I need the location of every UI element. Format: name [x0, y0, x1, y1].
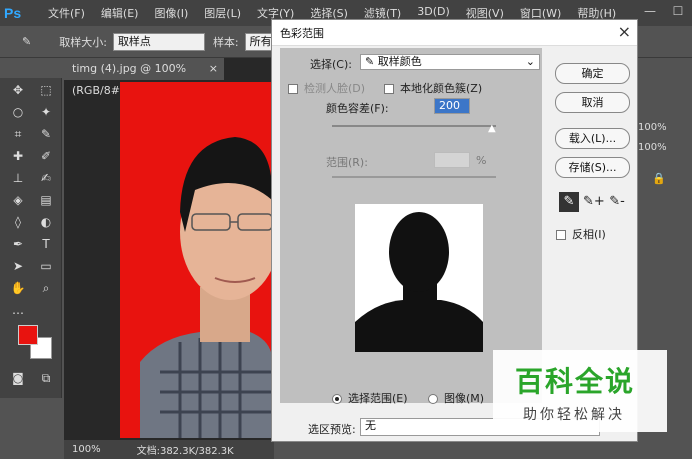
watermark-subtitle: 助你轻松解决	[523, 407, 625, 423]
sample-size-select[interactable]: 取样点	[112, 32, 205, 51]
load-button[interactable]: 载入(L)...	[555, 128, 630, 149]
status-bar: 100% 文档:382.3K/382.3K	[64, 440, 274, 459]
radio-image-label: 图像(M)	[444, 392, 485, 405]
brush-tool-icon[interactable]: ✐	[36, 146, 56, 166]
move-tool-icon[interactable]: ✥	[8, 80, 28, 100]
range-input[interactable]	[434, 152, 470, 168]
eraser-tool-icon[interactable]: ◈	[8, 190, 28, 210]
watermark: 百科全说 助你轻松解决	[493, 350, 667, 432]
mask-image	[355, 212, 483, 352]
gradient-tool-icon[interactable]: ▤	[36, 190, 56, 210]
save-button[interactable]: 存储(S)...	[555, 157, 630, 178]
dodge-tool-icon[interactable]: ◐	[36, 212, 56, 232]
mask-preview[interactable]	[355, 204, 483, 352]
radio-selection-option[interactable]: 选择范围(E)	[332, 390, 408, 406]
panel-percent-1[interactable]: 100%	[638, 122, 667, 133]
foreground-color[interactable]	[18, 325, 38, 345]
more-tools-icon[interactable]: …	[8, 300, 28, 320]
range-label: 范围(R):	[326, 156, 368, 169]
eyedropper-minus-icon[interactable]: ✎-	[607, 192, 627, 212]
select-label: 选择(C):	[310, 58, 352, 71]
fuzziness-input[interactable]: 200	[434, 98, 470, 114]
eyedropper-tool-icon[interactable]: ✎	[36, 124, 56, 144]
menu-image[interactable]: 图像(I)	[146, 5, 196, 21]
zoom-level[interactable]: 100%	[72, 444, 101, 455]
stamp-tool-icon[interactable]: ⊥	[8, 168, 28, 188]
menu-file[interactable]: 文件(F)	[40, 5, 93, 21]
detect-faces-checkbox[interactable]	[288, 84, 298, 94]
path-select-icon[interactable]: ➤	[8, 256, 28, 276]
document-tab[interactable]: timg (4).jpg @ 100%(RGB/8#) ×	[64, 58, 224, 97]
watermark-title: 百科全说	[515, 365, 636, 398]
quick-mask-icon[interactable]: ◙	[8, 368, 28, 388]
doc-info: 文档:382.3K/382.3K	[136, 446, 234, 457]
sample-size-label: 取样大小:	[59, 35, 107, 49]
lock-icon[interactable]: 🔒	[652, 172, 666, 185]
detect-faces-label: 检测人脸(D)	[304, 82, 366, 95]
localized-option[interactable]: 本地化颜色簇(Z)	[384, 80, 482, 96]
fuzziness-label: 颜色容差(F):	[326, 102, 389, 115]
localized-label: 本地化颜色簇(Z)	[400, 82, 483, 95]
toolbox: ✥ ⬚ ○ ✦ ⌗ ✎ ✚ ✐ ⊥ ✍ ◈ ▤ ◊ ◐ ✒ T ➤ ▭ ✋ ⌕ …	[0, 78, 62, 398]
app-logo: Ps	[4, 5, 22, 21]
sample-label: 样本:	[212, 35, 239, 49]
menu-layer[interactable]: 图层(L)	[196, 5, 249, 21]
eyedropper-icon[interactable]: ✎	[559, 192, 579, 212]
maximize-icon[interactable]: ☐	[664, 0, 692, 22]
radio-selection-label: 选择范围(E)	[348, 392, 408, 405]
select-dropdown[interactable]: ✎ 取样颜色 ⌄	[360, 54, 540, 70]
localized-checkbox[interactable]	[384, 84, 394, 94]
shape-tool-icon[interactable]: ▭	[36, 256, 56, 276]
lasso-tool-icon[interactable]: ○	[8, 102, 28, 122]
range-unit: %	[476, 154, 487, 167]
history-brush-icon[interactable]: ✍	[36, 168, 56, 188]
range-slider[interactable]	[332, 176, 496, 178]
close-tab-icon[interactable]: ×	[209, 58, 218, 80]
marquee-tool-icon[interactable]: ⬚	[36, 80, 56, 100]
close-icon[interactable]: ×	[618, 22, 631, 41]
detect-faces-option[interactable]: 检测人脸(D)	[288, 80, 365, 96]
image-canvas[interactable]	[120, 82, 272, 438]
eyedropper-icon: ✎	[22, 35, 32, 48]
hand-tool-icon[interactable]: ✋	[8, 278, 28, 298]
type-tool-icon[interactable]: T	[36, 234, 56, 254]
eyedropper-plus-icon[interactable]: ✎+	[583, 192, 605, 212]
invert-option[interactable]: 反相(I)	[556, 226, 606, 242]
screen-mode-icon[interactable]: ⧉	[36, 368, 56, 388]
eyedropper-small-icon: ✎	[365, 55, 378, 68]
menu-edit[interactable]: 编辑(E)	[93, 5, 147, 21]
select-value: 取样颜色	[377, 55, 422, 68]
magic-wand-icon[interactable]: ✦	[36, 102, 56, 122]
panel-percent-2[interactable]: 100%	[638, 142, 667, 153]
pen-tool-icon[interactable]: ✒	[8, 234, 28, 254]
cancel-button[interactable]: 取消	[555, 92, 630, 113]
preview-label: 选区预览:	[308, 423, 356, 436]
dialog-title-bar: 色彩范围	[272, 20, 637, 46]
crop-tool-icon[interactable]: ⌗	[8, 124, 28, 144]
radio-selection[interactable]	[332, 394, 342, 404]
portrait-image	[140, 137, 272, 438]
invert-label: 反相(I)	[572, 228, 606, 241]
healing-tool-icon[interactable]: ✚	[8, 146, 28, 166]
dialog-title: 色彩范围	[280, 26, 324, 40]
minimize-icon[interactable]: —	[636, 0, 664, 22]
zoom-tool-icon[interactable]: ⌕	[36, 278, 56, 298]
fuzziness-slider[interactable]	[332, 125, 496, 127]
invert-checkbox[interactable]	[556, 230, 566, 240]
radio-image[interactable]	[428, 394, 438, 404]
slider-handle-icon[interactable]: ▲	[488, 123, 496, 134]
blur-tool-icon[interactable]: ◊	[8, 212, 28, 232]
ok-button[interactable]: 确定	[555, 63, 630, 84]
chevron-down-icon: ⌄	[525, 55, 535, 68]
radio-image-option[interactable]: 图像(M)	[428, 390, 484, 406]
